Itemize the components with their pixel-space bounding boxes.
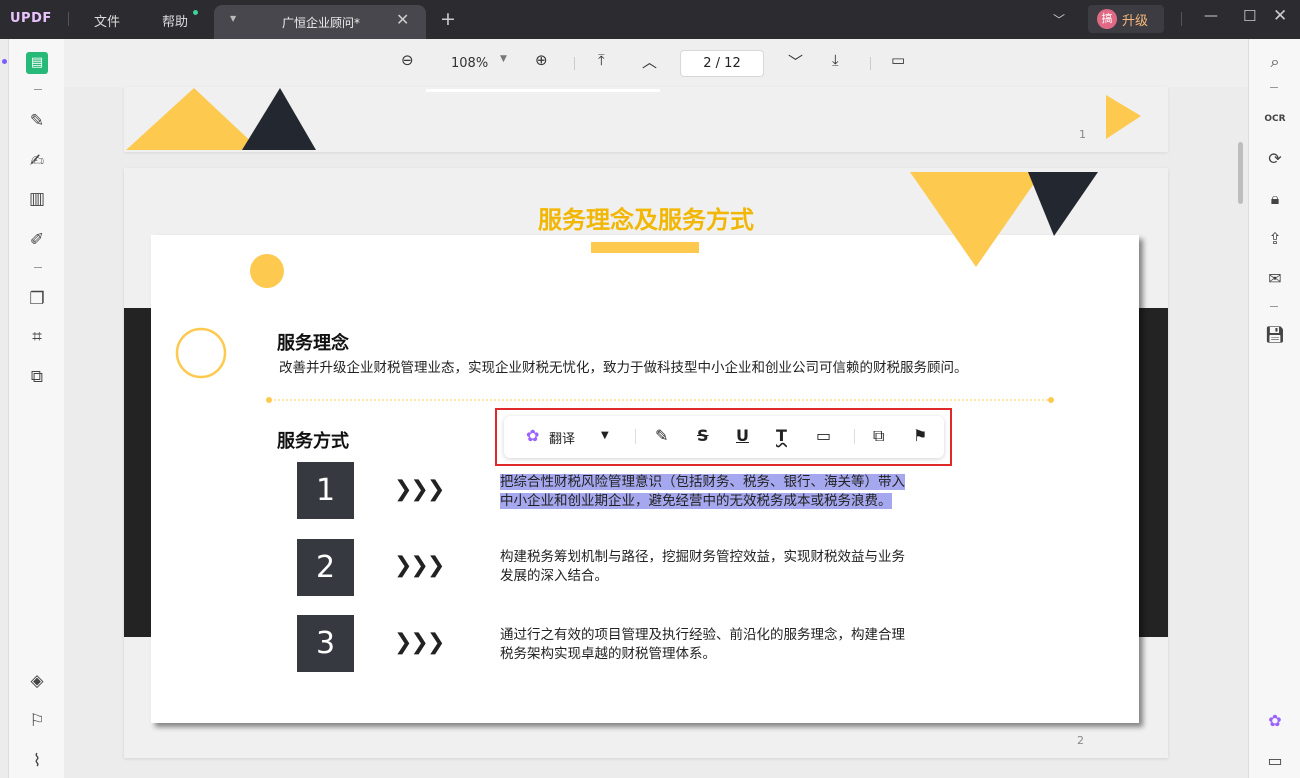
upgrade-label: 升级 <box>1122 14 1149 29</box>
translate-button[interactable]: 翻译 <box>549 428 575 447</box>
page-number: 2 <box>1077 734 1084 747</box>
chevron-down-icon[interactable]: ﹀ <box>1053 11 1065 28</box>
ai-assistant-icon[interactable]: ✿ <box>1263 709 1287 733</box>
step-text[interactable]: 把综合性财税风险管理意识（包括财务、税务、银行、海关等）带入 中小企业和创业期企… <box>500 473 905 511</box>
zoom-level[interactable]: 108% <box>451 56 488 71</box>
search-icon[interactable]: ⌕ <box>1263 50 1287 74</box>
step-text[interactable]: 通过行之有效的项目管理及执行经验、前沿化的服务理念，构建合理 税务架构实现卓越的… <box>500 626 905 664</box>
divider <box>854 429 855 444</box>
close-window-icon[interactable]: ✕ <box>1273 6 1287 26</box>
menu-help[interactable]: 帮助 <box>162 11 188 30</box>
chevrons: ❯❯❯ <box>394 477 445 502</box>
comment-panel-icon[interactable]: ▭ <box>1263 749 1287 773</box>
step-text-line: 税务架构实现卓越的财税管理体系。 <box>500 646 716 662</box>
divider <box>635 429 636 444</box>
step-text[interactable]: 构建税务筹划机制与路径，挖掘财务管控效益，实现财税效益与业务 发展的深入结合。 <box>500 548 905 586</box>
upgrade-button[interactable]: 搞 升级 <box>1088 5 1164 33</box>
section-heading: 服务方式 <box>277 431 349 452</box>
mail-icon[interactable]: ✉ <box>1263 267 1287 291</box>
page1-decoration <box>126 88 1141 150</box>
step-number-box: 2 <box>297 539 354 596</box>
section-body[interactable]: 改善并升级企业财税管理业态，实现企业财税无忧化，致力于做科技型中小企业和创业公司… <box>279 359 968 378</box>
bookmark-icon[interactable]: ⚐ <box>25 709 49 733</box>
divider <box>68 12 69 26</box>
new-tab-icon[interactable]: + <box>440 8 456 30</box>
title-bar: UPDF 文件 帮助 ▼ 广恒企业顾问* ✕ + ﹀ 搞 升级 — ☐ ✕ <box>0 0 1300 39</box>
reader-mode-icon[interactable]: ▤ <box>26 52 48 74</box>
organize-pages-icon[interactable]: ❐ <box>25 287 49 311</box>
add-bookmark-icon[interactable]: ⚑ <box>913 426 927 445</box>
comment-icon[interactable]: ▭ <box>816 426 831 445</box>
divider <box>574 57 575 70</box>
attachment-icon[interactable]: ⌇ <box>25 749 49 773</box>
chevron-down-icon[interactable]: ▼ <box>601 430 609 441</box>
first-page-icon[interactable]: ⤒ <box>598 51 605 69</box>
scrollbar[interactable] <box>1238 142 1243 204</box>
step-text-line: 构建税务筹划机制与路径，挖掘财务管控效益，实现财税效益与业务 <box>500 549 905 565</box>
right-sidebar: ⌕ OCR ⟳ 🔒︎ ⇪ ✉ 💾︎ ✿ ▭ <box>1248 39 1300 778</box>
highlighter-icon[interactable]: ✎ <box>25 109 49 133</box>
menu-file[interactable]: 文件 <box>94 11 120 30</box>
maximize-icon[interactable]: ☐ <box>1243 7 1256 25</box>
underline-icon[interactable]: U <box>736 426 749 445</box>
step-text-line: 发展的深入结合。 <box>500 568 608 584</box>
divider <box>1270 87 1278 88</box>
convert-icon[interactable]: ⧉ <box>25 365 49 389</box>
minimize-icon[interactable]: — <box>1204 8 1218 24</box>
convert-file-icon[interactable]: ⟳ <box>1263 147 1287 171</box>
zoom-dropdown-icon[interactable]: ▼ <box>500 54 507 64</box>
ocr-icon[interactable]: OCR <box>1263 107 1287 131</box>
app-logo[interactable]: UPDF <box>10 11 52 26</box>
save-icon[interactable]: 💾︎ <box>1263 323 1287 347</box>
indicator-dot <box>2 59 7 64</box>
form-icon[interactable]: ▥ <box>25 187 49 211</box>
step-number-box: 1 <box>297 462 354 519</box>
squiggly-icon[interactable]: T <box>776 426 787 445</box>
crop-icon[interactable]: ⌗ <box>25 325 49 349</box>
avatar: 搞 <box>1097 9 1117 29</box>
divider <box>34 89 42 90</box>
chevrons: ❯❯❯ <box>394 553 445 578</box>
section-heading: 服务理念 <box>277 333 349 354</box>
step-text-line: 通过行之有效的项目管理及执行经验、前沿化的服务理念，构建合理 <box>500 627 905 643</box>
text-selection-toolbar: ✿ 翻译 ▼ ✎ S U T ▭ ⧉ ⚑ <box>504 416 944 458</box>
divider <box>34 267 42 268</box>
zoom-out-icon[interactable]: ⊖ <box>401 51 414 69</box>
chevrons: ❯❯❯ <box>394 630 445 655</box>
last-page-icon[interactable]: ⤓ <box>832 51 839 69</box>
page-number: 1 <box>1079 128 1086 141</box>
presentation-icon[interactable]: ▭ <box>891 51 905 69</box>
divider <box>870 57 871 70</box>
divider <box>1270 306 1278 307</box>
edit-pdf-icon[interactable]: ✍ <box>25 149 49 173</box>
highlight-icon[interactable]: ✎ <box>655 426 668 445</box>
pdf-page-1: 1 <box>124 87 1168 152</box>
zoom-in-icon[interactable]: ⊕ <box>535 51 548 69</box>
previous-page-icon[interactable]: ︿ <box>642 51 657 72</box>
layers-icon[interactable]: ◈ <box>25 669 49 693</box>
left-sidebar: ▤ ✎ ✍ ▥ ✐ ❐ ⌗ ⧉ ◈ ⚐ ⌇ <box>8 39 64 778</box>
share-icon[interactable]: ⇪ <box>1263 227 1287 251</box>
page-title: 服务理念及服务方式 <box>538 206 754 234</box>
close-tab-icon[interactable]: ✕ <box>396 10 409 29</box>
copy-icon[interactable]: ⧉ <box>873 426 884 446</box>
notification-dot <box>193 10 198 15</box>
protect-icon[interactable]: 🔒︎ <box>1263 187 1287 211</box>
step-number-box: 3 <box>297 615 354 672</box>
divider <box>1181 12 1182 26</box>
tab-caret-icon[interactable]: ▼ <box>230 14 236 23</box>
selected-text[interactable]: 中小企业和创业期企业，避免经营中的无效税务成本或税务浪费。 <box>500 493 892 509</box>
document-toolbar: ⊖ 108% ▼ ⊕ ⤒ ︿ 2 / 12 ﹀ ⤓ ▭ <box>64 39 1248 87</box>
page-number-input[interactable]: 2 / 12 <box>680 50 764 77</box>
selected-text[interactable]: 把综合性财税风险管理意识（包括财务、税务、银行、海关等）带入 <box>500 474 905 490</box>
next-page-icon[interactable]: ﹀ <box>788 51 803 72</box>
ai-icon[interactable]: ✿ <box>526 426 539 445</box>
sign-icon[interactable]: ✐ <box>25 228 49 252</box>
tab-title: 广恒企业顾问* <box>282 16 361 30</box>
title-underline <box>591 242 699 253</box>
strikethrough-icon[interactable]: S <box>697 426 709 445</box>
document-tab[interactable]: ▼ 广恒企业顾问* ✕ <box>214 5 426 39</box>
